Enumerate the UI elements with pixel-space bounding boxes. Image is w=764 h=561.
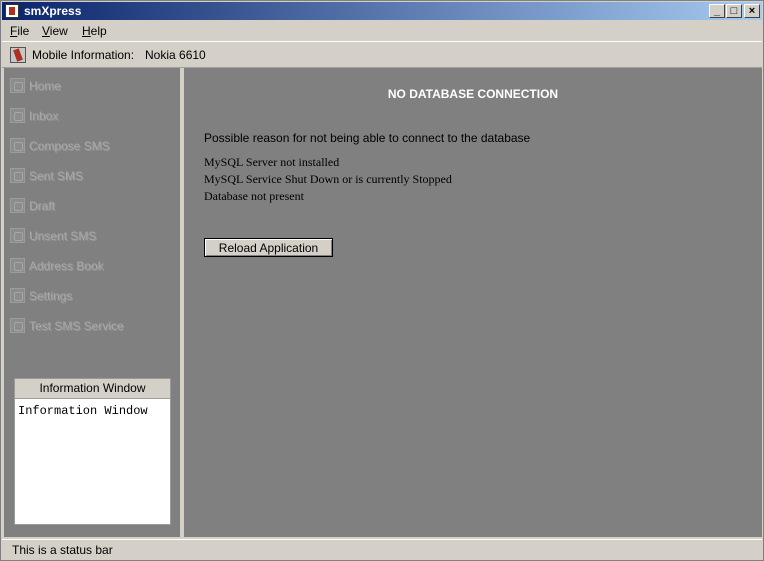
- sidebar-item-unsent-sms[interactable]: Unsent SMS: [8, 226, 174, 246]
- compose-icon: [10, 138, 25, 153]
- sidebar-item-label: Home: [29, 79, 62, 93]
- maximize-button[interactable]: □: [726, 4, 742, 18]
- mobile-info-value: Nokia 6610: [145, 48, 206, 62]
- mobile-info-bar: Mobile Information: Nokia 6610: [2, 43, 762, 68]
- draft-icon: [10, 198, 25, 213]
- page-title: NO DATABASE CONNECTION: [387, 87, 559, 101]
- menu-view[interactable]: View: [42, 24, 68, 38]
- sidebar-item-address-book[interactable]: Address Book: [8, 256, 174, 276]
- home-icon: [10, 78, 25, 93]
- menu-help[interactable]: Help: [82, 24, 107, 38]
- inbox-icon: [10, 108, 25, 123]
- reason-item: Database not present: [204, 189, 304, 203]
- main-panel: NO DATABASE CONNECTION Possible reason f…: [184, 68, 762, 537]
- status-text: This is a status bar: [12, 543, 113, 557]
- sidebar-item-label: Settings: [29, 289, 73, 303]
- sidebar-item-test-sms-service[interactable]: Test SMS Service: [8, 316, 174, 336]
- sidebar-item-label: Inbox: [29, 109, 59, 123]
- address-book-icon: [10, 258, 25, 273]
- app-icon: [5, 4, 19, 18]
- reason-item: MySQL Service Shut Down or is currently …: [204, 172, 452, 186]
- sidebar-item-settings[interactable]: Settings: [8, 286, 174, 306]
- information-window: Information Window Information Window: [14, 378, 171, 525]
- information-window-text: Information Window: [18, 404, 148, 418]
- menu-file[interactable]: File: [10, 24, 29, 38]
- mobile-info-label: Mobile Information:: [32, 48, 135, 62]
- sidebar-item-label: Test SMS Service: [29, 319, 124, 333]
- app-window: smXpress _ □ × File View Help Mobile Inf…: [0, 0, 764, 561]
- sidebar-item-sent-sms[interactable]: Sent SMS: [8, 166, 174, 186]
- sidebar-item-label: Address Book: [29, 259, 104, 273]
- settings-icon: [10, 288, 25, 303]
- sidebar-item-home[interactable]: Home: [8, 76, 174, 96]
- reason-heading: Possible reason for not being able to co…: [204, 131, 531, 145]
- title-bar[interactable]: smXpress _ □ ×: [2, 2, 762, 20]
- sidebar-item-label: Unsent SMS: [29, 229, 97, 243]
- close-button[interactable]: ×: [744, 4, 760, 18]
- window-title: smXpress: [24, 4, 82, 18]
- test-icon: [10, 318, 25, 333]
- reason-item: MySQL Server not installed: [204, 155, 340, 169]
- status-bar: This is a status bar: [2, 539, 762, 560]
- unsent-icon: [10, 228, 25, 243]
- minimize-button[interactable]: _: [709, 4, 725, 18]
- sent-icon: [10, 168, 25, 183]
- sidebar-item-compose-sms[interactable]: Compose SMS: [8, 136, 174, 156]
- sidebar-item-label: Sent SMS: [29, 169, 84, 183]
- sidebar-item-label: Draft: [29, 199, 56, 213]
- sidebar-item-inbox[interactable]: Inbox: [8, 106, 174, 126]
- information-window-header: Information Window: [15, 379, 170, 399]
- sidebar-item-label: Compose SMS: [29, 139, 110, 153]
- phone-icon: [10, 47, 26, 63]
- reload-application-button[interactable]: Reload Application: [204, 238, 333, 257]
- sidebar-item-draft[interactable]: Draft: [8, 196, 174, 216]
- menu-bar: File View Help: [2, 21, 762, 42]
